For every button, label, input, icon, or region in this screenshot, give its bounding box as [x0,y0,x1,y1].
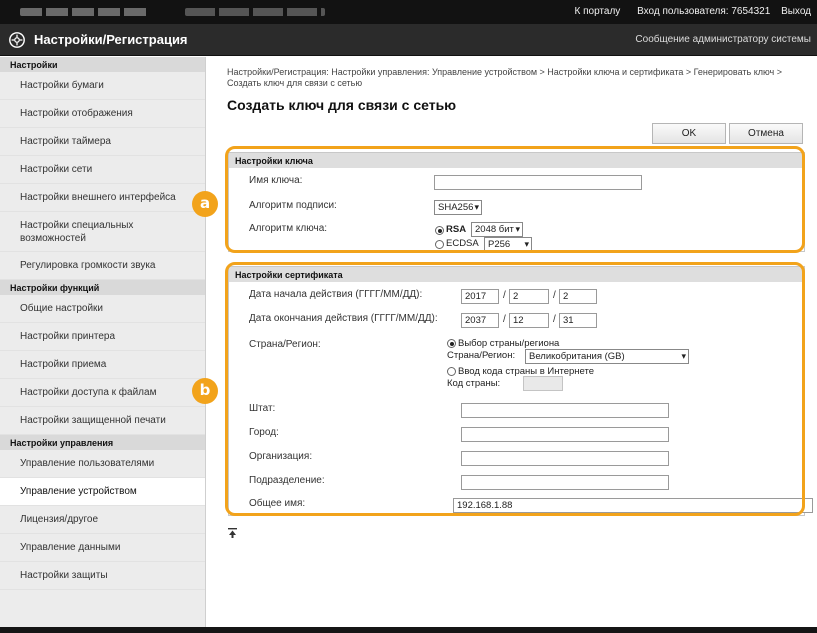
sidebar-item-device-management[interactable]: Управление устройством [0,478,205,506]
sidebar-item-receive[interactable]: Настройки приема [0,351,205,379]
sidebar: Настройки Настройки бумаги Настройки ото… [0,57,206,627]
top-bar: К порталу Вход пользователя: 7654321 Вых… [0,0,817,24]
sidebar-item-file-access[interactable]: Настройки доступа к файлам [0,379,205,407]
ok-button[interactable]: OK [652,123,726,144]
sidebar-section-management: Настройки управления [0,435,205,450]
top-links: К порталу Вход пользователя: 7654321 Вых… [561,6,812,17]
login-user-text: Вход пользователя: 7654321 [637,6,771,17]
bottom-bar [0,627,817,633]
sidebar-item-user-management[interactable]: Управление пользователями [0,450,205,478]
highlight-certificate-settings [225,262,805,516]
page-title: Создать ключ для связи с сетью [227,97,457,113]
sidebar-section-functions: Настройки функций [0,280,205,295]
settings-gear-icon [9,32,25,48]
sidebar-item-data-management[interactable]: Управление данными [0,534,205,562]
sidebar-item-paper[interactable]: Настройки бумаги [0,72,205,100]
admin-message-link[interactable]: Сообщение администратору системы [635,34,811,45]
logout-link[interactable]: Выход [781,6,811,17]
sidebar-item-security[interactable]: Настройки защиты [0,562,205,590]
sidebar-item-printer[interactable]: Настройки принтера [0,323,205,351]
sidebar-item-license[interactable]: Лицензия/другое [0,506,205,534]
scroll-to-top-icon[interactable] [228,528,237,538]
sidebar-item-accessibility[interactable]: Настройки специальных возможностей [0,212,205,252]
portal-link[interactable]: К порталу [575,6,621,17]
sidebar-section-settings: Настройки [0,57,205,72]
sidebar-item-secure-print[interactable]: Настройки защищенной печати [0,407,205,435]
brand-logo [20,8,150,16]
sidebar-item-common[interactable]: Общие настройки [0,295,205,323]
sidebar-item-external-interface[interactable]: Настройки внешнего интерфейса [0,184,205,212]
sidebar-item-display[interactable]: Настройки отображения [0,100,205,128]
sidebar-item-network[interactable]: Настройки сети [0,156,205,184]
breadcrumb: Настройки/Регистрация: Настройки управле… [227,67,783,88]
sidebar-item-timer[interactable]: Настройки таймера [0,128,205,156]
device-name [185,8,325,16]
sidebar-item-volume[interactable]: Регулировка громкости звука [0,252,205,280]
app-title: Настройки/Регистрация [34,32,188,47]
highlight-key-settings [225,146,805,253]
cancel-button[interactable]: Отмена [729,123,803,144]
title-bar: Настройки/Регистрация Сообщение админист… [0,24,817,56]
